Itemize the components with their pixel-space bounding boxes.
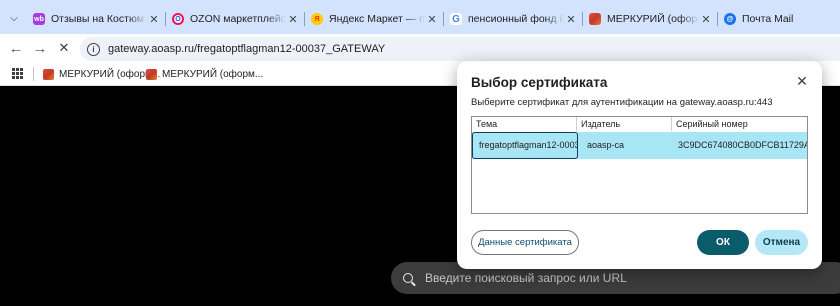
ntp-search-placeholder: Введите поисковый запрос или URL xyxy=(425,271,627,285)
column-header-subject[interactable]: Тема xyxy=(472,117,576,131)
tab-4[interactable]: МЕРКУРИЙ (оформление) ✕ xyxy=(583,6,717,32)
tab-5[interactable]: @ Почта Mail xyxy=(718,6,840,32)
column-header-serial[interactable]: Серийный номер xyxy=(672,117,807,131)
tab-title: Яндекс Маркет — покупки xyxy=(329,13,425,25)
address-bar[interactable]: i gateway.aoasp.ru/fregatoptflagman12-00… xyxy=(80,37,840,61)
mercury-icon xyxy=(146,68,157,80)
close-tab-icon[interactable]: ✕ xyxy=(286,13,300,26)
column-header-issuer[interactable]: Издатель xyxy=(577,117,671,131)
certificate-table: Тема Издатель Серийный номер fregatoptfl… xyxy=(471,116,808,214)
forward-button[interactable]: → xyxy=(30,38,50,58)
mercury-icon xyxy=(43,68,54,80)
tab-title: OZON маркетплейс – миллионы товаров xyxy=(190,13,286,25)
bookmark-label: МЕРКУРИЙ (оформ... xyxy=(162,68,264,80)
tab-0[interactable]: wb Отзывы на Костюм домашний ✕ xyxy=(27,6,165,32)
google-icon: G xyxy=(450,13,462,25)
apps-grid-icon[interactable] xyxy=(12,68,23,79)
tab-1[interactable]: O OZON маркетплейс – миллионы товаров ✕ xyxy=(166,6,304,32)
tab-search-button[interactable]: ⌵ xyxy=(5,9,23,27)
close-tab-icon[interactable]: ✕ xyxy=(564,13,578,26)
back-button[interactable]: ← xyxy=(6,38,26,58)
tab-2[interactable]: Я Яндекс Маркет — покупки ✕ xyxy=(305,6,443,32)
close-tab-icon[interactable]: ✕ xyxy=(425,13,439,26)
cell-issuer[interactable]: aoasp-ca xyxy=(581,132,671,159)
bookmark-item[interactable]: МЕРКУРИЙ (оформ... xyxy=(43,66,160,82)
wb-icon: wb xyxy=(33,13,45,25)
yandex-market-icon: Я xyxy=(311,13,323,25)
tab-3[interactable]: G пенсионный фонд йошкар-ола ✕ xyxy=(444,6,582,32)
arrow-left-icon: ← xyxy=(8,39,24,57)
close-icon: ✕ xyxy=(58,40,70,55)
certificate-dialog: Выбор сертификата ✕ Выберите сертификат … xyxy=(457,61,822,269)
tab-title: МЕРКУРИЙ (оформление) xyxy=(607,13,699,25)
mercury-icon xyxy=(589,13,601,25)
search-icon xyxy=(403,273,413,283)
bookmark-item[interactable]: МЕРКУРИЙ (оформ... xyxy=(146,66,263,82)
tab-title: Отзывы на Костюм домашний xyxy=(51,13,147,25)
cell-serial[interactable]: 3C9DC674080CB0DFCB11729A xyxy=(672,132,807,159)
arrow-right-icon: → xyxy=(32,39,48,57)
ok-button[interactable]: ОК xyxy=(697,230,749,255)
close-icon: ✕ xyxy=(796,73,808,89)
stop-button[interactable]: ✕ xyxy=(54,38,74,58)
bookmark-divider xyxy=(33,67,34,81)
cell-subject[interactable]: fregatoptflagman12-0003 xyxy=(472,132,578,159)
certificate-details-button[interactable]: Данные сертификата xyxy=(471,230,579,255)
site-info-icon[interactable]: i xyxy=(87,42,100,56)
mail-icon: @ xyxy=(724,13,736,25)
tab-title: Почта Mail xyxy=(742,13,794,25)
chevron-down-icon: ⌵ xyxy=(10,12,18,24)
cancel-button[interactable]: Отмена xyxy=(755,230,808,255)
dialog-subtitle: Выберите сертификат для аутентификации н… xyxy=(471,97,773,108)
browser-toolbar: ← → ✕ i gateway.aoasp.ru/fregatoptflagma… xyxy=(0,34,840,62)
close-dialog-button[interactable]: ✕ xyxy=(794,73,810,89)
tab-strip: ⌵ wb Отзывы на Костюм домашний ✕ O OZON … xyxy=(0,0,840,34)
tab-title: пенсионный фонд йошкар-ола xyxy=(468,13,564,25)
close-tab-icon[interactable]: ✕ xyxy=(699,13,713,26)
ozon-icon: O xyxy=(172,13,184,25)
dialog-title: Выбор сертификата xyxy=(471,75,608,90)
url-text[interactable]: gateway.aoasp.ru/fregatoptflagman12-0003… xyxy=(108,43,385,55)
close-tab-icon[interactable]: ✕ xyxy=(147,13,161,26)
